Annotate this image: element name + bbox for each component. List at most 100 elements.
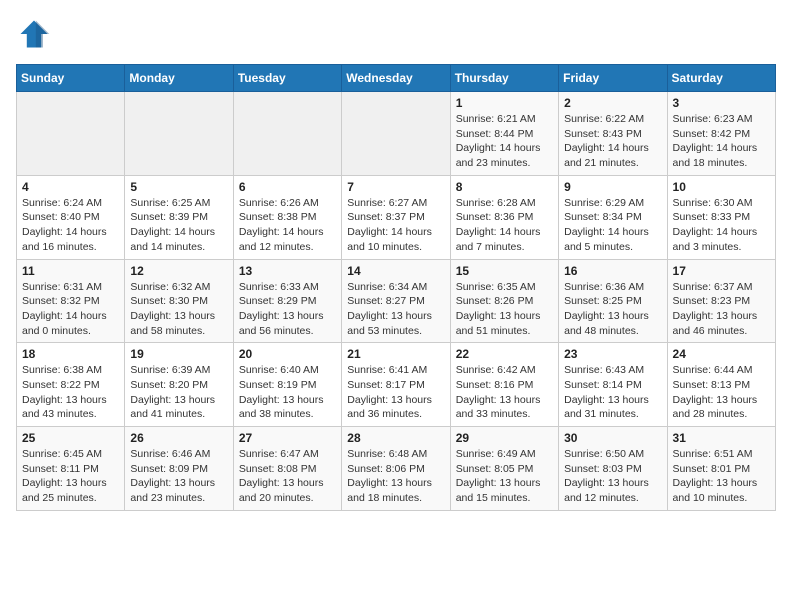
weekday-friday: Friday [559, 65, 667, 92]
calendar-cell: 15Sunrise: 6:35 AMSunset: 8:26 PMDayligh… [450, 259, 558, 343]
logo [16, 16, 58, 52]
calendar-cell: 10 Sunrise: 6:30 AMSunset: 8:33 PMDayligh… [667, 175, 775, 259]
calendar-cell: 4 Sunrise: 6:24 AMSunset: 8:40 PMDaylight… [17, 175, 125, 259]
calendar-cell: 24 Sunrise: 6:44 AMSunset: 8:13 PMDayligh… [667, 343, 775, 427]
calendar-cell: 30 Sunrise: 6:50 AMSunset: 8:03 PMDayligh… [559, 427, 667, 511]
calendar-cell: 9Sunrise: 6:29 AMSunset: 8:34 PMDaylight… [559, 175, 667, 259]
day-info: Sunrise: 6:35 AMSunset: 8:26 PMDaylight:… [456, 280, 553, 339]
day-info: Sunrise: 6:22 AMSunset: 8:43 PMDaylight:… [564, 112, 661, 171]
day-number: 28 [347, 431, 444, 445]
day-info: Sunrise: 6:40 AMSunset: 8:19 PMDaylight:… [239, 363, 336, 422]
day-info: Sunrise: 6:45 AMSunset: 8:11 PMDaylight:… [22, 447, 119, 506]
day-number: 24 [673, 347, 770, 361]
day-info: Sunrise: 6:39 AMSunset: 8:20 PMDaylight:… [130, 363, 227, 422]
calendar-cell: 11 Sunrise: 6:31 AMSunset: 8:32 PMDayligh… [17, 259, 125, 343]
day-number: 2 [564, 96, 661, 110]
day-number: 11 [22, 264, 119, 278]
calendar-cell: 5 Sunrise: 6:25 AMSunset: 8:39 PMDaylight… [125, 175, 233, 259]
calendar-cell: 22 Sunrise: 6:42 AMSunset: 8:16 PMDayligh… [450, 343, 558, 427]
day-number: 10 [673, 180, 770, 194]
day-info: Sunrise: 6:47 AMSunset: 8:08 PMDaylight:… [239, 447, 336, 506]
day-info: Sunrise: 6:37 AMSunset: 8:23 PMDaylight:… [673, 280, 770, 339]
day-info: Sunrise: 6:28 AMSunset: 8:36 PMDaylight:… [456, 196, 553, 255]
calendar-body: 1Sunrise: 6:21 AMSunset: 8:44 PMDaylight… [17, 92, 776, 511]
day-number: 14 [347, 264, 444, 278]
calendar-cell [17, 92, 125, 176]
calendar-cell: 14 Sunrise: 6:34 AMSunset: 8:27 PMDayligh… [342, 259, 450, 343]
day-info: Sunrise: 6:43 AMSunset: 8:14 PMDaylight:… [564, 363, 661, 422]
day-info: Sunrise: 6:29 AMSunset: 8:34 PMDaylight:… [564, 196, 661, 255]
calendar-cell: 28 Sunrise: 6:48 AMSunset: 8:06 PMDayligh… [342, 427, 450, 511]
day-number: 17 [673, 264, 770, 278]
calendar-cell: 18 Sunrise: 6:38 AMSunset: 8:22 PMDayligh… [17, 343, 125, 427]
day-info: Sunrise: 6:41 AMSunset: 8:17 PMDaylight:… [347, 363, 444, 422]
week-row-1: 1Sunrise: 6:21 AMSunset: 8:44 PMDaylight… [17, 92, 776, 176]
weekday-saturday: Saturday [667, 65, 775, 92]
calendar-cell: 19 Sunrise: 6:39 AMSunset: 8:20 PMDayligh… [125, 343, 233, 427]
day-info: Sunrise: 6:51 AMSunset: 8:01 PMDaylight:… [673, 447, 770, 506]
day-number: 18 [22, 347, 119, 361]
calendar-cell: 27Sunrise: 6:47 AMSunset: 8:08 PMDayligh… [233, 427, 341, 511]
day-info: Sunrise: 6:31 AMSunset: 8:32 PMDaylight:… [22, 280, 119, 339]
page-header [16, 16, 776, 52]
calendar-header: SundayMondayTuesdayWednesdayThursdayFrid… [17, 65, 776, 92]
day-info: Sunrise: 6:48 AMSunset: 8:06 PMDaylight:… [347, 447, 444, 506]
calendar-cell: 3 Sunrise: 6:23 AMSunset: 8:42 PMDaylight… [667, 92, 775, 176]
day-number: 4 [22, 180, 119, 194]
day-info: Sunrise: 6:33 AMSunset: 8:29 PMDaylight:… [239, 280, 336, 339]
weekday-thursday: Thursday [450, 65, 558, 92]
calendar-cell [125, 92, 233, 176]
day-number: 13 [239, 264, 336, 278]
calendar-cell: 16Sunrise: 6:36 AMSunset: 8:25 PMDayligh… [559, 259, 667, 343]
day-number: 5 [130, 180, 227, 194]
day-number: 30 [564, 431, 661, 445]
calendar-cell: 6 Sunrise: 6:26 AMSunset: 8:38 PMDaylight… [233, 175, 341, 259]
day-number: 20 [239, 347, 336, 361]
day-info: Sunrise: 6:27 AMSunset: 8:37 PMDaylight:… [347, 196, 444, 255]
day-number: 1 [456, 96, 553, 110]
day-number: 26 [130, 431, 227, 445]
calendar-cell: 21 Sunrise: 6:41 AMSunset: 8:17 PMDayligh… [342, 343, 450, 427]
calendar-cell: 29 Sunrise: 6:49 AMSunset: 8:05 PMDayligh… [450, 427, 558, 511]
day-number: 7 [347, 180, 444, 194]
day-info: Sunrise: 6:42 AMSunset: 8:16 PMDaylight:… [456, 363, 553, 422]
day-info: Sunrise: 6:49 AMSunset: 8:05 PMDaylight:… [456, 447, 553, 506]
calendar-cell: 7 Sunrise: 6:27 AMSunset: 8:37 PMDaylight… [342, 175, 450, 259]
calendar-cell [233, 92, 341, 176]
day-number: 21 [347, 347, 444, 361]
calendar-cell: 2 Sunrise: 6:22 AMSunset: 8:43 PMDaylight… [559, 92, 667, 176]
day-number: 23 [564, 347, 661, 361]
weekday-tuesday: Tuesday [233, 65, 341, 92]
day-number: 19 [130, 347, 227, 361]
day-info: Sunrise: 6:50 AMSunset: 8:03 PMDaylight:… [564, 447, 661, 506]
week-row-3: 11 Sunrise: 6:31 AMSunset: 8:32 PMDayligh… [17, 259, 776, 343]
calendar-cell: 13 Sunrise: 6:33 AMSunset: 8:29 PMDayligh… [233, 259, 341, 343]
day-info: Sunrise: 6:30 AMSunset: 8:33 PMDaylight:… [673, 196, 770, 255]
day-number: 22 [456, 347, 553, 361]
day-info: Sunrise: 6:38 AMSunset: 8:22 PMDaylight:… [22, 363, 119, 422]
day-info: Sunrise: 6:46 AMSunset: 8:09 PMDaylight:… [130, 447, 227, 506]
calendar-cell: 20 Sunrise: 6:40 AMSunset: 8:19 PMDayligh… [233, 343, 341, 427]
week-row-4: 18 Sunrise: 6:38 AMSunset: 8:22 PMDayligh… [17, 343, 776, 427]
day-info: Sunrise: 6:26 AMSunset: 8:38 PMDaylight:… [239, 196, 336, 255]
day-number: 8 [456, 180, 553, 194]
weekday-monday: Monday [125, 65, 233, 92]
day-info: Sunrise: 6:34 AMSunset: 8:27 PMDaylight:… [347, 280, 444, 339]
day-number: 6 [239, 180, 336, 194]
logo-icon [16, 16, 52, 52]
calendar-cell [342, 92, 450, 176]
day-number: 29 [456, 431, 553, 445]
calendar-cell: 1Sunrise: 6:21 AMSunset: 8:44 PMDaylight… [450, 92, 558, 176]
weekday-wednesday: Wednesday [342, 65, 450, 92]
day-info: Sunrise: 6:24 AMSunset: 8:40 PMDaylight:… [22, 196, 119, 255]
day-number: 3 [673, 96, 770, 110]
calendar-cell: 12Sunrise: 6:32 AMSunset: 8:30 PMDayligh… [125, 259, 233, 343]
calendar-cell: 26 Sunrise: 6:46 AMSunset: 8:09 PMDayligh… [125, 427, 233, 511]
day-info: Sunrise: 6:32 AMSunset: 8:30 PMDaylight:… [130, 280, 227, 339]
day-number: 31 [673, 431, 770, 445]
day-number: 16 [564, 264, 661, 278]
day-info: Sunrise: 6:23 AMSunset: 8:42 PMDaylight:… [673, 112, 770, 171]
day-info: Sunrise: 6:25 AMSunset: 8:39 PMDaylight:… [130, 196, 227, 255]
day-info: Sunrise: 6:44 AMSunset: 8:13 PMDaylight:… [673, 363, 770, 422]
calendar-table: SundayMondayTuesdayWednesdayThursdayFrid… [16, 64, 776, 511]
